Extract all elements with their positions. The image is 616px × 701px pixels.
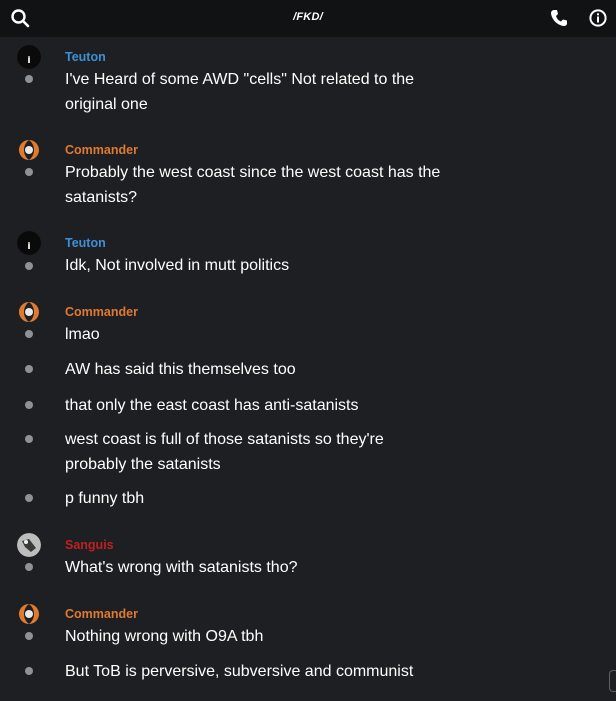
author-name[interactable]: Teuton (65, 236, 106, 250)
avatar[interactable] (17, 300, 41, 324)
message-bullet (25, 494, 33, 502)
message-bullet (25, 330, 33, 338)
author-name[interactable]: Commander (65, 607, 138, 621)
phone-icon[interactable] (549, 8, 569, 28)
avatar[interactable] (17, 138, 41, 162)
avatar[interactable] (17, 533, 41, 557)
message-text: Idk, Not involved in mutt politics (65, 257, 290, 274)
scroll-handle[interactable] (609, 670, 616, 692)
message-bullet (25, 667, 33, 675)
top-bar: /FKD/ (0, 0, 616, 37)
message-bullet (25, 401, 33, 409)
message-bullet (25, 168, 33, 176)
message-text: Nothing wrong with O9A tbh (65, 628, 264, 645)
author-name[interactable]: Sanguis (65, 538, 114, 552)
message-text: AW has said this themselves too (65, 361, 296, 378)
channel-title: /FKD/ (293, 11, 323, 23)
author-name[interactable]: Commander (65, 143, 138, 157)
author-name[interactable]: Commander (65, 305, 138, 319)
message-text: p funny tbh (65, 490, 145, 507)
message-bullet (25, 365, 33, 373)
message-text: that only the east coast has anti-satani… (65, 397, 359, 414)
avatar[interactable] (17, 602, 41, 626)
message-text: But ToB is perversive, subversive and co… (65, 663, 414, 680)
avatar[interactable] (17, 45, 41, 69)
info-icon[interactable] (588, 8, 608, 28)
message-bullet (25, 75, 33, 83)
avatar[interactable] (17, 231, 41, 255)
message-bullet (25, 563, 33, 571)
message-text: What's wrong with satanists tho? (65, 559, 298, 576)
message-text: lmao (65, 326, 100, 343)
message-bullet (25, 632, 33, 640)
message-bullet (25, 262, 33, 270)
message-text: west coast is full of those satanists so… (65, 431, 384, 473)
message-text: I've Heard of some AWD "cells" Not relat… (65, 71, 415, 113)
author-name[interactable]: Teuton (65, 50, 106, 64)
message-bullet (25, 435, 33, 443)
message-text: Probably the west coast since the west c… (65, 164, 441, 206)
